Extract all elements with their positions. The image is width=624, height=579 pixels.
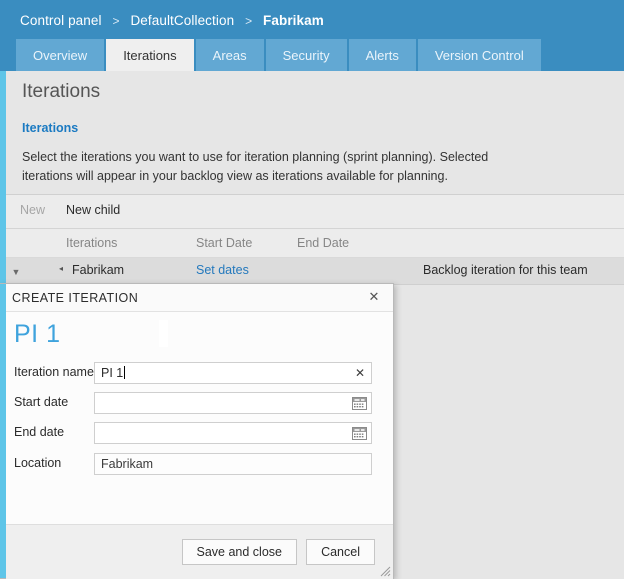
section-description: Select the iterations you want to use fo… (22, 150, 489, 183)
app-root: Control panel > DefaultCollection > Fabr… (0, 0, 624, 579)
column-header-iterations: Iterations (66, 236, 118, 250)
set-dates-link[interactable]: Set dates (196, 263, 249, 277)
calendar-icon[interactable] (351, 395, 368, 412)
close-icon[interactable]: ✕ (366, 289, 382, 305)
start-date-input[interactable] (94, 392, 372, 414)
label-iteration-name: Iteration name (14, 365, 94, 379)
tab-security[interactable]: Security (265, 39, 347, 71)
grid-toolbar: New New child (6, 195, 624, 228)
tab-alerts[interactable]: Alerts (348, 39, 416, 71)
dialog-title: CREATE ITERATION (12, 291, 139, 305)
cell-row-description: Backlog iteration for this team (423, 263, 588, 277)
breadcrumb-separator-1: > (112, 14, 120, 28)
breadcrumb-item-fabrikam[interactable]: Fabrikam (263, 13, 324, 28)
cell-iteration-name: Fabrikam (72, 263, 125, 277)
label-end-date: End date (14, 425, 65, 439)
tab-version-control[interactable]: Version Control (417, 39, 541, 71)
clear-x-icon[interactable]: ✕ (355, 365, 365, 382)
dialog-footer: Save and close Cancel (6, 525, 393, 579)
tab-iterations[interactable]: Iterations (106, 39, 194, 71)
label-start-date: Start date (14, 395, 69, 409)
new-button[interactable]: New (20, 203, 45, 217)
chevron-down-icon[interactable]: ▼ (10, 266, 22, 278)
breadcrumb: Control panel > DefaultCollection > Fabr… (20, 13, 324, 28)
location-input[interactable]: Fabrikam (94, 453, 372, 475)
section-title: Iterations (22, 121, 79, 135)
column-header-end-date: End Date (297, 236, 350, 250)
create-iteration-dialog: CREATE ITERATION ✕ PI 1 Iteration name P… (0, 283, 394, 579)
dialog-heading: PI 1 (14, 320, 61, 348)
tab-bar: Overview Iterations Areas Security Alert… (16, 39, 543, 71)
form-row-end-date: End date (14, 422, 379, 444)
tab-overview[interactable]: Overview (16, 39, 105, 71)
form-row-iteration-name: Iteration name PI 1 ✕ (14, 362, 379, 384)
breadcrumb-item-default-collection[interactable]: DefaultCollection (130, 13, 234, 28)
table-row[interactable]: ▼ ◂ Fabrikam Set dates Backlog iteration… (6, 258, 624, 284)
label-location: Location (14, 456, 62, 470)
calendar-icon[interactable] (351, 425, 368, 442)
breadcrumb-separator-2: > (245, 14, 253, 28)
save-and-close-button[interactable]: Save and close (181, 539, 297, 565)
iteration-name-value: PI 1 (101, 366, 126, 380)
iteration-name-input[interactable]: PI 1 ✕ (94, 362, 372, 384)
page-title: Iterations (22, 81, 101, 102)
text-cursor (124, 366, 126, 379)
breadcrumb-item-control-panel[interactable]: Control panel (20, 13, 102, 28)
tab-areas[interactable]: Areas (195, 39, 264, 71)
new-child-button[interactable]: New child (66, 203, 120, 217)
form-row-location: Location Fabrikam (14, 453, 379, 475)
grid-header-row: Iterations Start Date End Date (6, 229, 624, 257)
location-value: Fabrikam (101, 457, 154, 471)
heading-caret-decoration (159, 320, 168, 347)
column-header-start-date: Start Date (196, 236, 253, 250)
resize-grip-icon[interactable] (379, 564, 391, 577)
form-row-start-date: Start date (14, 392, 379, 414)
cancel-button[interactable]: Cancel (306, 539, 375, 565)
end-date-input[interactable] (94, 422, 372, 444)
tree-collapse-icon[interactable]: ◂ (59, 264, 63, 273)
